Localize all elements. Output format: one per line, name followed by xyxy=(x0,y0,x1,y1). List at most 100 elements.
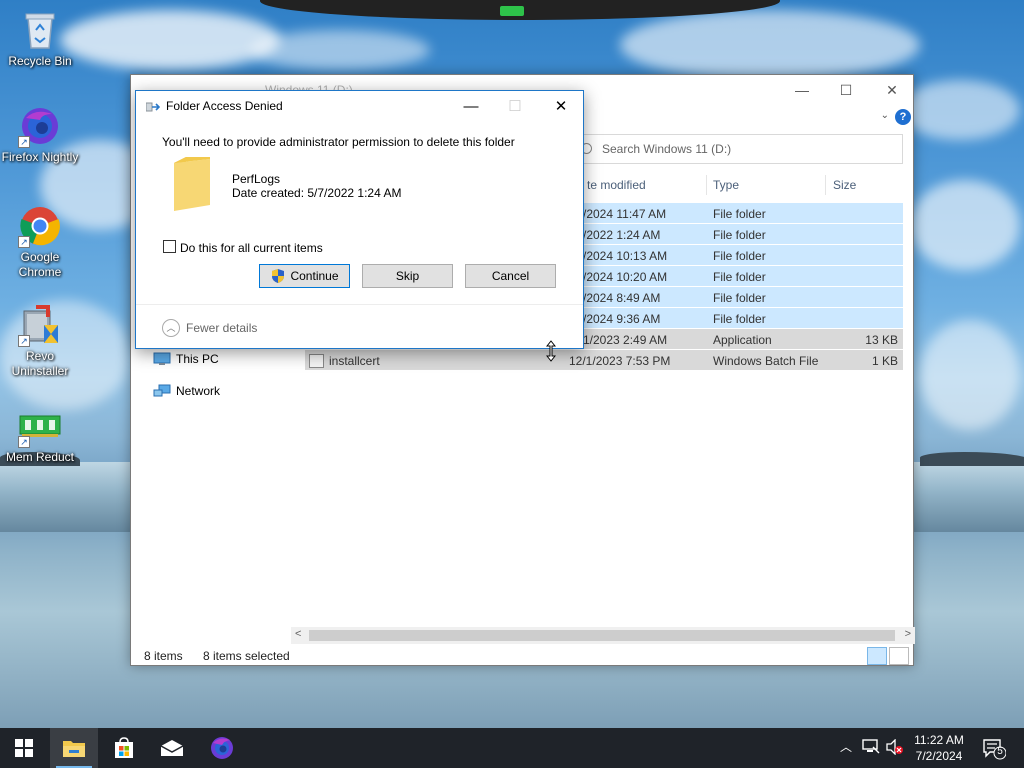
minimize-button[interactable]: — xyxy=(779,75,825,105)
mail-icon xyxy=(160,740,184,756)
column-header-type[interactable]: Type xyxy=(713,173,739,197)
item-count: 8 items xyxy=(144,649,183,663)
shortcut-arrow-icon: ↗ xyxy=(18,335,30,347)
row-type: File folder xyxy=(713,228,766,242)
desktop-icon-label: Revo Uninstaller xyxy=(11,349,69,378)
close-button[interactable]: ✕ xyxy=(869,75,915,105)
firefox-nightly-icon: ↗ xyxy=(18,104,62,148)
shortcut-arrow-icon: ↗ xyxy=(18,436,30,448)
clock-time: 11:22 AM xyxy=(914,733,964,747)
row-date: /2024 10:13 AM xyxy=(583,249,668,263)
continue-label: Continue xyxy=(290,269,339,283)
taskbar-clock[interactable]: 11:22 AM 7/2/2024 xyxy=(904,732,974,764)
row-date: /2024 11:47 AM xyxy=(583,207,667,221)
desktop-icon-label: Firefox Nightly xyxy=(1,150,79,164)
continue-button[interactable]: Continue xyxy=(259,264,350,288)
cancel-button[interactable]: Cancel xyxy=(465,264,556,288)
row-size: 13 KB xyxy=(865,333,898,347)
ribbon-expand-icon[interactable]: ⌄ xyxy=(881,110,889,121)
dialog-maximize-button: ☐ xyxy=(508,98,522,115)
column-header-size[interactable]: Size xyxy=(833,173,856,197)
start-button[interactable] xyxy=(0,728,48,768)
recycle-bin-icon xyxy=(18,8,62,52)
show-hidden-icons-chevron-icon[interactable]: ︿ xyxy=(840,738,852,755)
file-move-icon xyxy=(145,101,161,113)
dialog-title: Folder Access Denied xyxy=(166,99,283,113)
store-icon xyxy=(115,737,133,758)
row-date: 1/2023 2:49 AM xyxy=(583,333,668,347)
taskbar-firefox-nightly[interactable] xyxy=(198,728,246,768)
mem-reduct-icon: ↗ xyxy=(18,404,62,448)
shortcut-arrow-icon: ↗ xyxy=(18,136,30,148)
row-type: Windows Batch File xyxy=(713,354,819,368)
table-row[interactable]: installcert 12/1/2023 7:53 PM Windows Ba… xyxy=(305,350,903,371)
taskbar-file-explorer[interactable] xyxy=(50,728,98,768)
nav-item-label: This PC xyxy=(176,352,219,366)
folder-access-denied-dialog: Folder Access Denied — ☐ ✕ You'll need t… xyxy=(135,90,584,349)
notification-count: 5 xyxy=(997,746,1003,757)
large-icons-view-icon[interactable] xyxy=(889,647,909,665)
nav-item-this-pc[interactable]: This PC xyxy=(153,349,219,369)
row-size: 1 KB xyxy=(871,354,898,368)
network-icon xyxy=(153,384,171,398)
desktop-icon-mem-reduct[interactable]: ↗ Mem Reduct xyxy=(0,404,80,465)
column-divider[interactable] xyxy=(706,175,707,195)
apply-all-label[interactable]: Do this for all current items xyxy=(180,241,323,255)
network-tray-icon[interactable] xyxy=(862,739,880,758)
uac-shield-icon xyxy=(272,269,285,283)
row-type: File folder xyxy=(713,249,766,263)
shortcut-arrow-icon: ↗ xyxy=(18,236,30,248)
row-date: 12/1/2023 7:53 PM xyxy=(569,354,671,368)
fewer-details-toggle[interactable]: ︿ Fewer details xyxy=(162,319,257,337)
selected-count: 8 items selected xyxy=(203,649,290,663)
scroll-left-icon[interactable]: < xyxy=(295,628,301,640)
revo-uninstaller-icon: ↗ xyxy=(18,303,62,347)
scroll-right-icon[interactable]: > xyxy=(905,628,911,640)
row-name: installcert xyxy=(329,354,380,368)
column-divider[interactable] xyxy=(825,175,826,195)
taskbar-mail[interactable] xyxy=(148,728,196,768)
desktop-icon-revo-uninstaller[interactable]: ↗ Revo Uninstaller xyxy=(0,303,80,379)
scroll-thumb[interactable] xyxy=(309,630,895,641)
fewer-details-label: Fewer details xyxy=(186,321,258,335)
nav-item-network[interactable]: Network xyxy=(153,381,220,401)
computer-icon xyxy=(153,352,171,366)
chevron-up-icon: ︿ xyxy=(162,319,180,337)
maximize-button[interactable]: ☐ xyxy=(823,75,869,105)
row-date: /2024 10:20 AM xyxy=(583,270,668,284)
column-header-date[interactable]: te modified xyxy=(587,173,646,197)
desktop-icon-label: Recycle Bin xyxy=(8,54,72,68)
dialog-minimize-button[interactable]: — xyxy=(448,91,494,121)
resize-cursor-icon xyxy=(545,340,557,362)
skip-button[interactable]: Skip xyxy=(362,264,453,288)
folder-name: PerfLogs xyxy=(232,172,281,186)
desktop-icon-google-chrome[interactable]: ↗ Google Chrome xyxy=(0,204,80,280)
search-input[interactable] xyxy=(572,135,872,163)
navigation-pane: This PC Network xyxy=(131,345,291,635)
apply-all-checkbox[interactable] xyxy=(163,240,176,253)
volume-muted-icon[interactable] xyxy=(886,738,904,758)
start-icon xyxy=(15,739,33,757)
nav-item-label: Network xyxy=(176,384,221,398)
details-view-icon[interactable] xyxy=(867,647,887,665)
horizontal-scrollbar[interactable]: < > xyxy=(291,627,915,644)
status-bar: 8 items 8 items selected xyxy=(131,645,915,667)
row-type: File folder xyxy=(713,312,766,326)
chrome-icon: ↗ xyxy=(18,204,62,248)
desktop-icon-firefox-nightly[interactable]: ↗ Firefox Nightly xyxy=(0,104,80,165)
dialog-message: You'll need to provide administrator per… xyxy=(162,135,515,149)
row-date: /2024 8:49 AM xyxy=(583,291,661,305)
clock-date: 7/2/2024 xyxy=(915,749,963,763)
row-date: /2022 1:24 AM xyxy=(583,228,661,242)
taskbar: ︿ 11:22 AM 7/2/2024 5 xyxy=(0,728,1024,768)
desktop-icon-recycle-bin[interactable]: Recycle Bin xyxy=(0,8,80,69)
taskbar-store[interactable] xyxy=(100,728,148,768)
status-light xyxy=(500,6,524,16)
help-icon[interactable]: ? xyxy=(895,109,911,125)
desktop-icon-label: Google Chrome xyxy=(18,250,62,279)
dialog-close-button[interactable]: ✕ xyxy=(538,91,584,121)
row-date: /2024 9:36 AM xyxy=(583,312,661,326)
search-box[interactable] xyxy=(571,134,903,164)
file-explorer-icon xyxy=(63,741,85,757)
action-center-button[interactable]: 5 xyxy=(980,736,1007,760)
